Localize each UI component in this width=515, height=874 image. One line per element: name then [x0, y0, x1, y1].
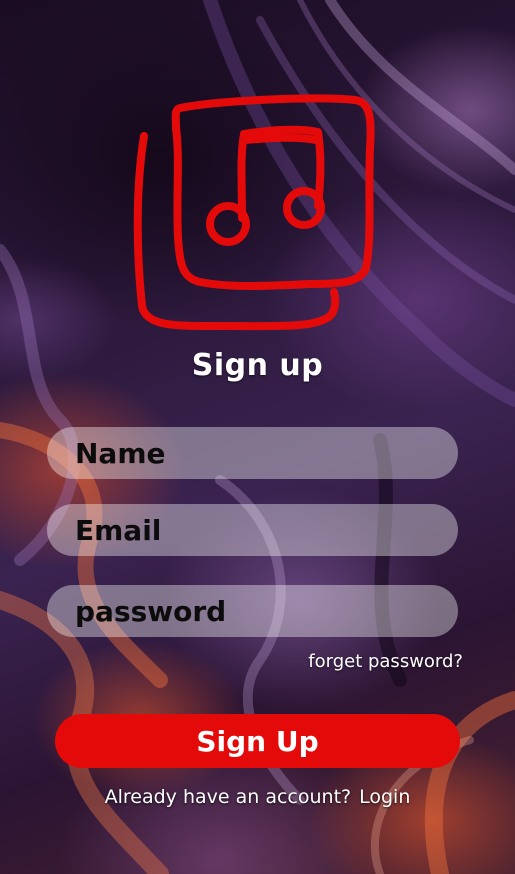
email-field[interactable] [47, 504, 458, 556]
name-field[interactable] [47, 427, 458, 479]
login-prompt: Already have an account? Login [0, 786, 515, 808]
login-link[interactable]: Login [359, 786, 410, 808]
login-prompt-text: Already have an account? [104, 786, 352, 808]
password-field[interactable] [47, 585, 458, 637]
music-note-icon [133, 94, 375, 331]
sign-up-button[interactable]: Sign Up [55, 714, 460, 768]
forgot-password-link[interactable]: forget password? [308, 651, 463, 672]
page-title: Sign up [191, 348, 324, 383]
